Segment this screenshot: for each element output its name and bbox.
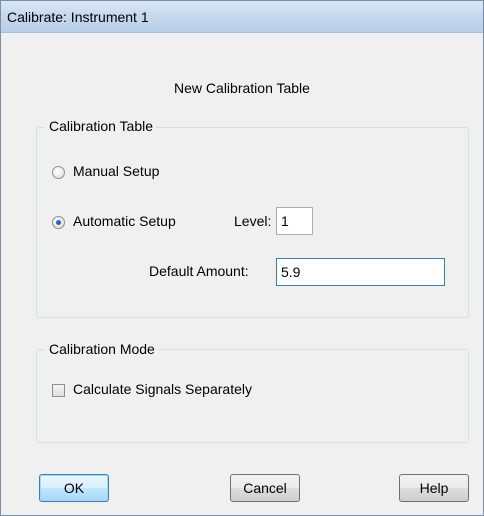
manual-setup-label[interactable]: Manual Setup [73,163,159,179]
automatic-setup-radio[interactable] [52,216,65,229]
calibration-table-legend: Calibration Table [45,118,158,134]
default-amount-label: Default Amount: [149,263,249,279]
level-input[interactable]: 1 [276,207,313,235]
default-amount-input[interactable]: 5.9 [276,258,445,286]
cancel-button[interactable]: Cancel [230,474,300,502]
calibrate-dialog: Calibrate: Instrument 1 New Calibration … [0,0,484,516]
ok-button[interactable]: OK [39,474,109,502]
help-button[interactable]: Help [399,474,469,502]
manual-setup-radio[interactable] [52,166,65,179]
level-label: Level: [234,213,272,229]
window-title: Calibrate: Instrument 1 [7,9,149,25]
dialog-heading: New Calibration Table [174,80,310,96]
automatic-setup-label[interactable]: Automatic Setup [73,213,176,229]
title-bar[interactable]: Calibrate: Instrument 1 [1,1,483,33]
calibration-mode-legend: Calibration Mode [45,341,159,357]
calculate-signals-label[interactable]: Calculate Signals Separately [73,381,252,397]
calculate-signals-checkbox[interactable] [52,384,65,397]
